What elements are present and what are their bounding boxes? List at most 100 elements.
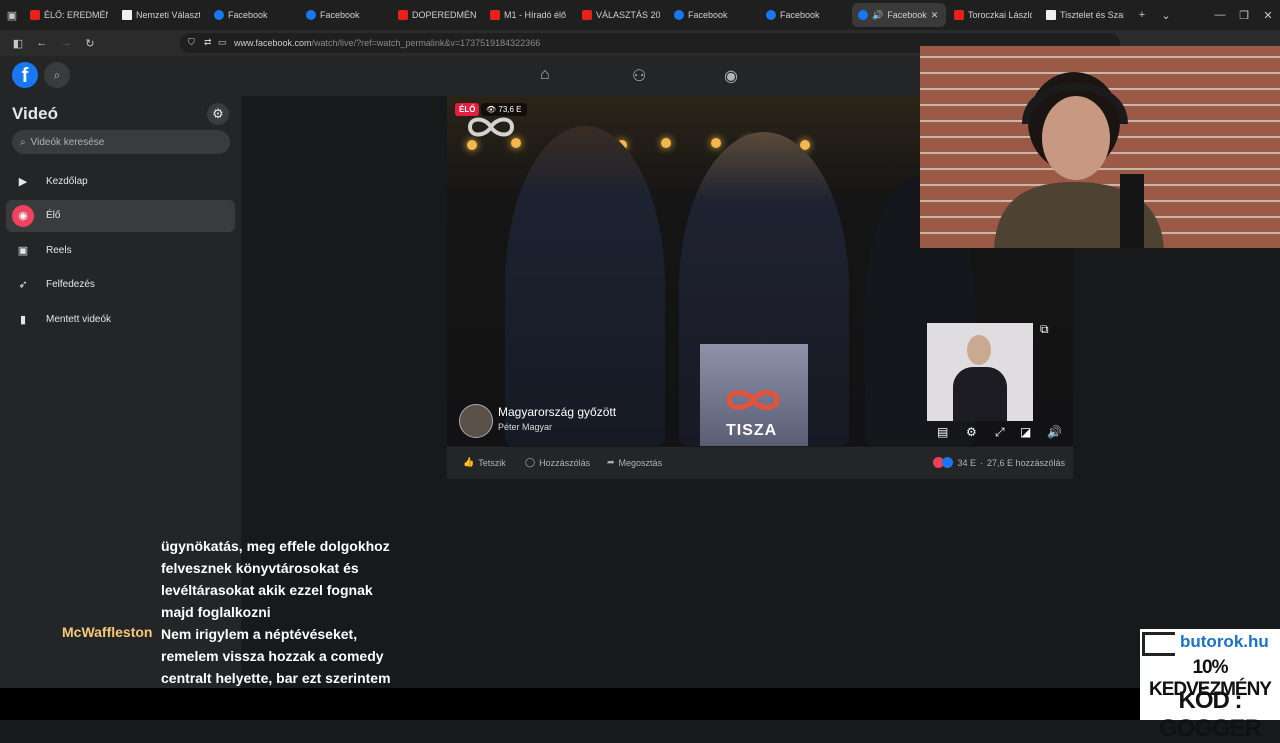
chat-overlay: ügynökatás, meg effele dolgokhoz felveszn… — [0, 536, 400, 708]
home-icon[interactable]: ⌂ — [540, 66, 550, 84]
sidebar-item[interactable]: ▣ Reels — [6, 234, 235, 266]
tisza-logo-icon — [726, 390, 780, 410]
sidebar-toggle-icon[interactable]: ◧ — [6, 37, 30, 50]
sidebar-item[interactable]: ◉ Élő — [6, 199, 235, 232]
like-label: Tetszik — [478, 457, 506, 468]
browser-tab[interactable]: ÉLŐ: EREDMÉNY — [24, 3, 114, 27]
miniplayer-icon[interactable]: ◪ — [1020, 425, 1031, 439]
maximize-icon[interactable]: ❐ — [1232, 9, 1256, 22]
tab-actions-icon[interactable]: ▣ — [0, 9, 24, 22]
butorok-logo-icon — [1142, 632, 1175, 656]
browser-tab[interactable]: Facebook — [208, 3, 298, 27]
pip-icon[interactable]: ⧉ — [1040, 322, 1049, 337]
facebook-logo-icon[interactable]: f — [12, 62, 38, 88]
promo-site: butorok.hu — [1180, 632, 1269, 651]
eye-icon: 👁 — [486, 105, 497, 114]
video-author[interactable]: Péter Magyar — [498, 422, 552, 432]
browser-tab[interactable]: Tisztelet és Szab — [1040, 3, 1130, 27]
video-title[interactable]: Magyarország győzött — [498, 405, 616, 419]
forward-icon[interactable]: → — [54, 37, 78, 49]
video-search-placeholder: Videók keresése — [30, 136, 105, 148]
volume-icon[interactable]: 🔊 — [1047, 425, 1062, 439]
interpreter-body — [953, 367, 1007, 421]
youtube-icon — [954, 10, 964, 20]
tab-label: Tisztelet és Szab — [1060, 10, 1124, 20]
browser-tab[interactable]: M1 - Híradó élő — [484, 3, 574, 27]
youtube-icon — [490, 10, 500, 20]
facebook-icon — [766, 10, 776, 20]
new-tab-button[interactable]: + — [1130, 9, 1154, 21]
sidebar-item[interactable]: ▮ Mentett videók — [6, 303, 235, 335]
youtube-icon — [398, 10, 408, 20]
chat-message-line: centralt helyette, bar ezt szerintem — [161, 670, 391, 686]
share-icon: ➦ — [607, 457, 615, 467]
audio-playing-icon[interactable]: 🔊 — [872, 10, 883, 21]
groups-icon[interactable]: ◉ — [724, 66, 738, 86]
url-path: /watch/live/?ref=watch_permalink&v=17375… — [311, 38, 541, 48]
facebook-icon — [858, 10, 868, 20]
browser-tab[interactable]: DOPEREDMÉNY — [392, 3, 482, 27]
chevron-down-icon[interactable]: ⌄ — [1154, 9, 1178, 22]
sidebar-item-label: Reels — [46, 244, 72, 256]
background-light — [711, 138, 721, 148]
rocket-icon: ➶ — [18, 279, 28, 291]
comment-count[interactable]: 27,6 E hozzászólás — [987, 458, 1065, 468]
viewer-count: 👁 73,6 E — [481, 103, 527, 116]
reaction-summary[interactable]: 34 E · 27,6 E hozzászólás — [933, 457, 1065, 468]
search-icon[interactable]: ⌕ — [44, 62, 70, 88]
chat-message-line: majd foglalkozni — [161, 604, 271, 620]
browser-tab[interactable]: Facebook — [760, 3, 850, 27]
comment-button[interactable]: ◯ Hozzászólás — [525, 457, 590, 468]
minimize-icon[interactable]: — — [1208, 9, 1232, 21]
youtube-icon — [582, 10, 592, 20]
tab-label: Facebook — [688, 10, 728, 20]
comment-icon: ◯ — [525, 457, 536, 467]
background-light — [661, 138, 671, 148]
promo-banner: butorok.hu 10% KEDVEZMÉNY KÓD : GOGGER — [1140, 629, 1280, 742]
tab-label: Facebook — [228, 10, 268, 20]
sidebar-item[interactable]: ▶ Kezdőlap — [6, 165, 235, 197]
chat-message-line: remelem vissza hozzak a comedy — [161, 648, 384, 664]
promo-code: KÓD : GOGGER — [1158, 687, 1262, 742]
tab-label: Nemzeti Választás — [136, 10, 200, 20]
friends-icon[interactable]: ⚇ — [632, 66, 646, 86]
reload-icon[interactable]: ↻ — [78, 37, 102, 50]
separator: · — [979, 457, 983, 468]
video-search-input[interactable]: ⌕ Videók keresése — [12, 130, 230, 154]
url-domain: www.facebook.com — [234, 38, 312, 48]
play-icon: ▶ — [18, 175, 28, 188]
reaction-count: 34 E — [957, 457, 976, 468]
gear-icon[interactable]: ⚙ — [207, 103, 229, 125]
document-icon — [1046, 10, 1056, 20]
sidebar-item[interactable]: ➶ Felfedezés — [6, 269, 235, 301]
back-icon[interactable]: ← — [30, 37, 54, 49]
podium-text: TISZA — [726, 422, 778, 439]
browser-tab[interactable]: Nemzeti Választás — [116, 3, 206, 27]
channel-watermark-icon — [467, 117, 515, 137]
chat-username: McWaffleston — [62, 624, 153, 640]
fullscreen-icon[interactable]: ⤢ — [995, 425, 1005, 440]
facebook-icon — [214, 10, 224, 20]
tab-label: VÁLASZTÁS 2026 — [596, 10, 660, 20]
search-icon: ⌕ — [20, 136, 26, 148]
share-label: Megosztás — [618, 457, 663, 468]
live-badge: ÉLŐ — [455, 103, 480, 116]
share-button[interactable]: ➦ Megosztás — [607, 457, 662, 468]
like-button[interactable]: 👍 Tetszik — [463, 457, 506, 468]
close-tab-icon[interactable]: ✕ — [931, 10, 939, 21]
clip-icon[interactable]: ▤ — [937, 425, 948, 439]
tab-label: Facebook — [887, 10, 927, 20]
background-light — [467, 140, 477, 150]
sidebar-item-label: Felfedezés — [46, 279, 95, 290]
tab-label: ÉLŐ: EREDMÉNY — [44, 10, 108, 20]
browser-tab[interactable]: Facebook — [668, 3, 758, 27]
thumbs-up-icon: 👍 — [463, 457, 475, 467]
browser-tab[interactable]: Facebook — [300, 3, 390, 27]
browser-tab-bar: ▣ ÉLŐ: EREDMÉNY Nemzeti Választás Facebook… — [0, 0, 1280, 30]
browser-tab[interactable]: VÁLASZTÁS 2026 — [576, 3, 666, 27]
browser-tab[interactable]: 🔊 Facebook ✕ — [852, 3, 946, 27]
gear-icon[interactable]: ⚙ — [966, 425, 977, 439]
browser-tab[interactable]: Toroczkai László — [948, 3, 1038, 27]
avatar[interactable] — [459, 404, 493, 438]
close-window-icon[interactable]: ✕ — [1256, 9, 1280, 22]
